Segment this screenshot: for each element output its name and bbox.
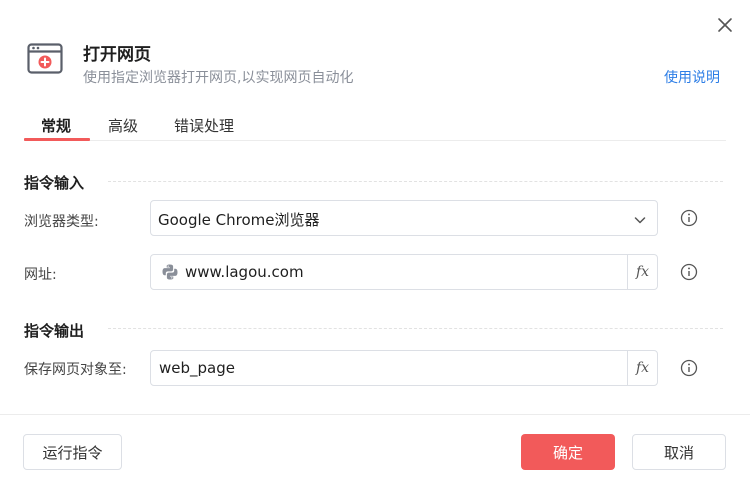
- fx-button[interactable]: fx: [627, 255, 657, 289]
- browser-type-value: Google Chrome浏览器: [158, 211, 320, 229]
- browser-window-icon: [27, 43, 63, 75]
- dialog-subtitle: 使用指定浏览器打开网页,以实现网页自动化: [83, 70, 354, 86]
- confirm-button[interactable]: 确定: [521, 434, 615, 470]
- fx-button[interactable]: fx: [627, 351, 657, 385]
- footer-divider: [0, 414, 750, 415]
- save-to-input[interactable]: web_page fx: [150, 350, 658, 386]
- section-title-output: 指令输出: [24, 322, 85, 340]
- python-icon: [161, 263, 179, 281]
- save-to-label: 保存网页对象至:: [24, 362, 127, 378]
- section-title-input: 指令输入: [24, 174, 85, 192]
- info-icon[interactable]: [680, 359, 698, 377]
- browser-type-label: 浏览器类型:: [24, 214, 99, 230]
- section-divider: [108, 181, 723, 182]
- cancel-button[interactable]: 取消: [632, 434, 726, 470]
- run-command-button[interactable]: 运行指令: [23, 434, 122, 470]
- url-label: 网址:: [24, 267, 57, 283]
- section-divider: [108, 328, 723, 329]
- tab-bar: 常规 高级 错误处理: [24, 108, 726, 141]
- browser-type-select[interactable]: Google Chrome浏览器: [150, 200, 658, 236]
- active-tab-indicator: [24, 138, 90, 141]
- tab-error-handling[interactable]: 错误处理: [174, 115, 234, 136]
- dialog-title: 打开网页: [83, 45, 151, 65]
- info-icon[interactable]: [680, 263, 698, 281]
- info-icon[interactable]: [680, 209, 698, 227]
- chevron-down-icon: [633, 212, 647, 226]
- url-value: www.lagou.com: [185, 263, 304, 281]
- close-icon[interactable]: [714, 14, 736, 36]
- tab-general[interactable]: 常规: [41, 115, 71, 136]
- save-to-value: web_page: [159, 359, 235, 377]
- tab-advanced[interactable]: 高级: [108, 115, 138, 136]
- help-link[interactable]: 使用说明: [664, 67, 720, 87]
- url-input[interactable]: www.lagou.com fx: [150, 254, 658, 290]
- open-webpage-dialog: 打开网页 使用指定浏览器打开网页,以实现网页自动化 使用说明 常规 高级 错误处…: [0, 0, 750, 488]
